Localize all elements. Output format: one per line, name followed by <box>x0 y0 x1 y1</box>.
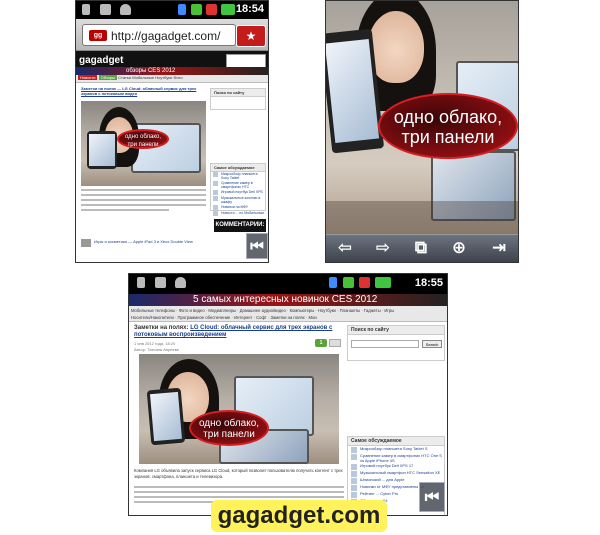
watermark-logo: gagadget.com <box>211 500 387 532</box>
article-photo: одно облако, три панели <box>139 354 339 464</box>
menu-item[interactable]: Домашнее аудио/видео <box>240 308 286 313</box>
article-header: Заметки на полях: LG Cloud: облачный сер… <box>134 325 344 339</box>
article-body: Компания LG объявила запуск сервиса LG C… <box>134 468 343 479</box>
list-item[interactable]: Микрообзор планшета Sony Tablet <box>213 172 265 180</box>
zoomed-photo: одно облако, три панели <box>326 1 518 234</box>
list-item[interactable]: Новинки на МФУ <box>213 205 265 211</box>
tablet-device <box>146 387 186 446</box>
bookmarks-button[interactable]: ★ <box>236 25 266 47</box>
sim-icon <box>359 277 370 288</box>
android-icon <box>175 277 186 288</box>
menu-item[interactable]: Ноутбуки <box>318 308 336 313</box>
person-face <box>368 11 424 83</box>
menu-item[interactable]: Ноутбуки <box>155 75 172 80</box>
desk-shadow <box>326 201 518 234</box>
notification-icon <box>100 4 111 15</box>
article-category[interactable]: Заметки на полях: <box>134 325 189 331</box>
menu-item[interactable]: Мои <box>308 315 316 320</box>
menu-item[interactable]: Носители/Накопители <box>131 315 174 320</box>
windows-icon[interactable]: ⧉ <box>402 235 440 262</box>
comments-badge[interactable]: 1 <box>315 339 327 347</box>
site-banner[interactable]: обзоры CES 2012 <box>76 67 268 75</box>
list-item[interactable]: Музыкальные колонки в шкафу <box>213 196 265 204</box>
android-icon <box>120 4 131 15</box>
thumbnail <box>81 239 91 247</box>
skip-end-icon[interactable]: ⇥ <box>478 235 518 262</box>
menu-item[interactable]: Статьи <box>118 75 131 80</box>
screenshot-browser-page: 18:54 gg http://gagadget.com/ ↻ ★ gagadg… <box>75 0 269 263</box>
caption-bubble: одно облако, три панели <box>189 410 269 446</box>
menu-item[interactable]: Фото и видео <box>179 308 205 313</box>
list-item[interactable]: Новости ... по Мобильным <box>213 211 265 217</box>
bluetooth-icon <box>329 277 337 288</box>
forward-arrow-icon[interactable]: ⇨ <box>364 235 402 262</box>
site-favicon: gg <box>89 30 107 41</box>
notification-icon <box>155 277 166 288</box>
status-bar: 18:55 <box>129 274 447 294</box>
browser-toolbar: ⇦ ⇨ ⧉ ⊕ ⇥ <box>326 234 518 262</box>
tablet-device <box>87 131 117 169</box>
status-bar: 18:54 <box>76 1 268 19</box>
article-date: 1 янв 2012 года, 18:20 <box>134 341 176 346</box>
screenshot-landscape-page: 18:55 5 самых интересных новинок CES 201… <box>128 273 448 516</box>
menu-item[interactable]: Софт <box>256 315 267 320</box>
status-time: 18:54 <box>235 3 264 15</box>
screenshot-zoomed-photo: одно облако, три панели ⇦ ⇨ ⧉ ⊕ ⇥ <box>325 0 519 263</box>
menu-item[interactable]: Интернет <box>234 315 252 320</box>
article-title[interactable]: Заметки на полях — LG Cloud: облачный се… <box>81 86 206 96</box>
usb-icon <box>137 277 145 288</box>
menu-item[interactable]: Обзоры <box>98 75 118 80</box>
menu-item[interactable]: Заметки на полях <box>270 315 304 320</box>
sidebar-search: Поиск по сайту Search <box>347 325 445 361</box>
battery-icon <box>375 277 391 288</box>
back-arrow-icon[interactable]: ⇦ <box>326 235 364 262</box>
menu-item[interactable]: Гаджеты <box>364 308 381 313</box>
site-banner[interactable]: 5 самых интересных новинок CES 2012 <box>129 294 447 306</box>
menu-item[interactable]: Мобильные телефоны <box>131 308 175 313</box>
url-input[interactable]: gg http://gagadget.com/ <box>82 24 236 46</box>
sim-icon <box>206 4 217 15</box>
menu-item[interactable]: Новости <box>78 75 98 80</box>
menu-item[interactable]: Программное обеспечение <box>178 315 231 320</box>
menu-item[interactable]: Компьютеры <box>290 308 315 313</box>
article-author: Автор: Татьяна Анрееве <box>134 347 180 352</box>
article-body <box>81 189 206 214</box>
url-text: http://gagadget.com/ <box>111 29 221 43</box>
list-item[interactable]: Игровой ноутбук Dell XPS <box>213 190 265 196</box>
new-tab-icon[interactable]: ⊕ <box>440 235 478 262</box>
list-item[interactable]: Сравнение камер в смартфонах HTC <box>213 181 265 189</box>
site-menu: Новости Обзоры Статьи Мобильные Ноутбуки… <box>76 75 268 83</box>
bluetooth-icon <box>178 4 186 15</box>
site-logo[interactable]: gagadget <box>79 55 123 66</box>
menu-item[interactable]: Медиаплееры <box>208 308 236 313</box>
site-menu: Мобильные телефоны · Фото и видео · Меди… <box>129 306 447 322</box>
wifi-icon <box>343 277 354 288</box>
web-page: 5 самых интересных новинок CES 2012 Моби… <box>129 294 447 515</box>
menu-item[interactable]: Игры <box>384 308 394 313</box>
caption-bubble: одно облако, три панели <box>117 129 169 149</box>
usb-icon <box>82 4 90 15</box>
article-photo: одно облако, три панели <box>81 101 206 186</box>
menu-item[interactable]: Планшеты <box>340 308 361 313</box>
status-time: 18:55 <box>414 277 443 289</box>
search-button[interactable]: Search <box>422 340 442 348</box>
battery-icon <box>221 4 235 15</box>
sidebar-popular: Самое обсуждаемое Микрообзор планшета So… <box>210 163 266 217</box>
quick-nav-button[interactable]: ⏮ <box>419 482 445 512</box>
quick-nav-button[interactable]: ⏮ <box>246 233 268 259</box>
search-input[interactable] <box>351 340 419 348</box>
web-page: gagadget Новости Обзоры Статьи Мобильные… <box>76 51 268 262</box>
list-item[interactable]: Сравнение камер в смартфонах HTC One S v… <box>351 453 443 463</box>
menu-item[interactable]: Фото <box>173 75 182 80</box>
sidebar-search: Поиск по сайту <box>210 88 266 110</box>
share-icon[interactable] <box>329 339 341 347</box>
comments-ad[interactable]: КОММЕНТАРИИ: <box>214 219 266 232</box>
menu-item[interactable]: Мобильные <box>132 75 154 80</box>
caption-bubble: одно облако, три панели <box>378 93 518 159</box>
wifi-icon <box>191 4 202 15</box>
